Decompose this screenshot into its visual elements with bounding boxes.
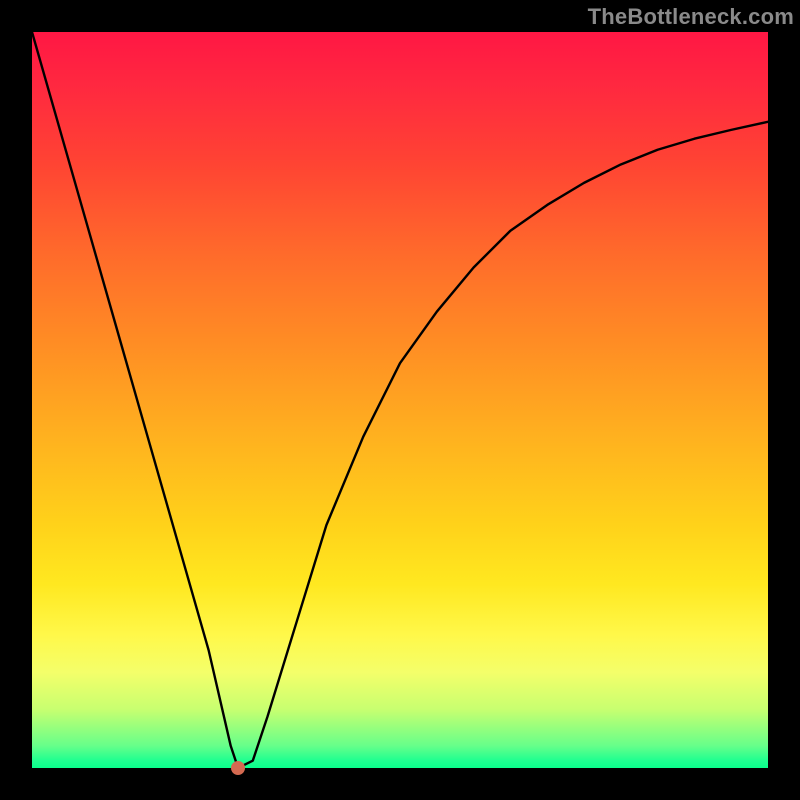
watermark-text: TheBottleneck.com (588, 4, 794, 30)
chart-frame: TheBottleneck.com (0, 0, 800, 800)
bottleneck-curve (32, 32, 768, 768)
chart-plot-area (32, 32, 768, 768)
optimal-point-marker (231, 761, 245, 775)
